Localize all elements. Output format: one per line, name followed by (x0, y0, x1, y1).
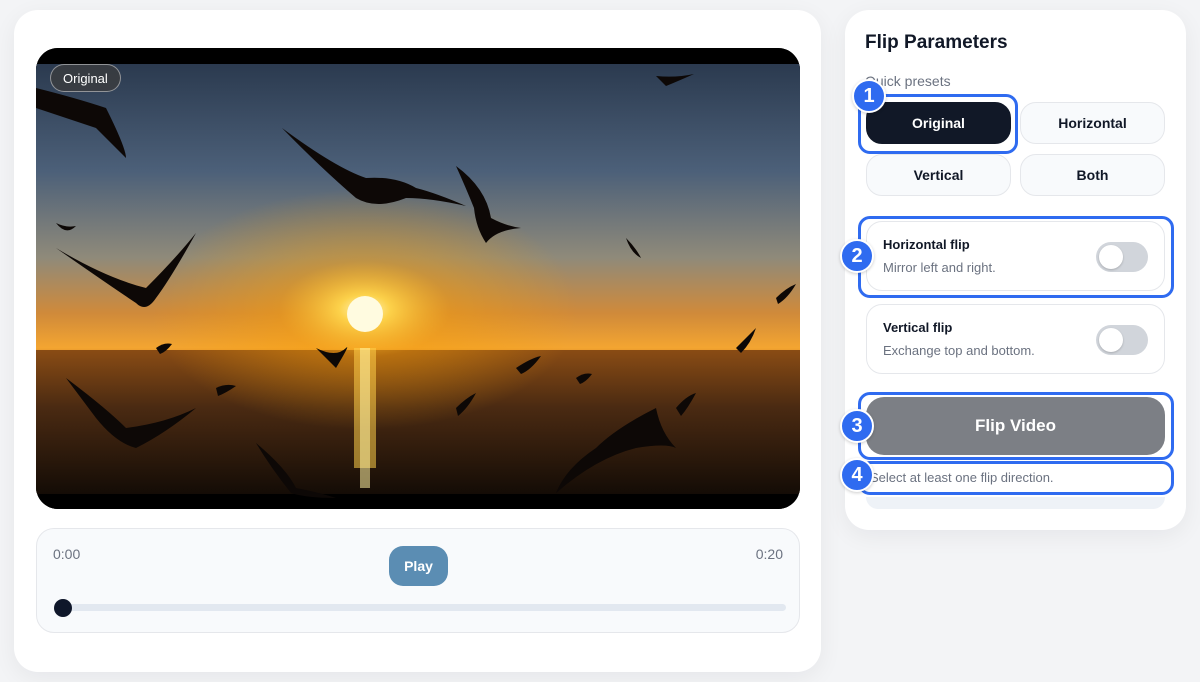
flip-hint: Select at least one flip direction. (870, 470, 1054, 485)
play-button[interactable]: Play (389, 546, 448, 586)
horizontal-flip-toggle[interactable] (1096, 242, 1148, 272)
toggle-knob (1099, 328, 1123, 352)
preset-vertical-button[interactable]: Vertical (866, 154, 1011, 196)
player-controls: 0:00 Play 0:20 (36, 528, 800, 633)
duration: 0:20 (755, 546, 783, 562)
horizontal-flip-row: Horizontal flip Mirror left and right. (866, 221, 1165, 291)
seek-bar[interactable] (59, 604, 786, 611)
callout-number-1: 1 (852, 79, 886, 113)
preset-original-button[interactable]: Original (866, 102, 1011, 144)
callout-number-4: 4 (840, 458, 874, 492)
vertical-flip-row: Vertical flip Exchange top and bottom. (866, 304, 1165, 374)
horizontal-flip-title: Horizontal flip (883, 237, 970, 252)
current-time: 0:00 (53, 546, 81, 562)
hint-bar (866, 497, 1165, 509)
app-stage: Original 0:00 Play 0:20 Flip Parameters … (0, 0, 1200, 682)
preset-both-button[interactable]: Both (1020, 154, 1165, 196)
horizontal-flip-description: Mirror left and right. (883, 260, 996, 275)
vertical-flip-title: Vertical flip (883, 320, 953, 335)
vertical-flip-toggle[interactable] (1096, 325, 1148, 355)
seek-thumb[interactable] (54, 599, 72, 617)
callout-number-3: 3 (840, 409, 874, 443)
video-card: Original 0:00 Play 0:20 (14, 10, 821, 672)
flip-parameters-panel: Flip Parameters Quick presets Original H… (845, 10, 1186, 530)
flip-video-button[interactable]: Flip Video (866, 397, 1165, 455)
video-state-badge: Original (50, 64, 121, 92)
video-frame-image (36, 48, 800, 509)
preset-horizontal-button[interactable]: Horizontal (1020, 102, 1165, 144)
callout-number-2: 2 (840, 239, 874, 273)
vertical-flip-description: Exchange top and bottom. (883, 343, 1035, 358)
panel-title: Flip Parameters (865, 32, 1008, 53)
video-preview[interactable]: Original (36, 48, 800, 509)
toggle-knob (1099, 245, 1123, 269)
